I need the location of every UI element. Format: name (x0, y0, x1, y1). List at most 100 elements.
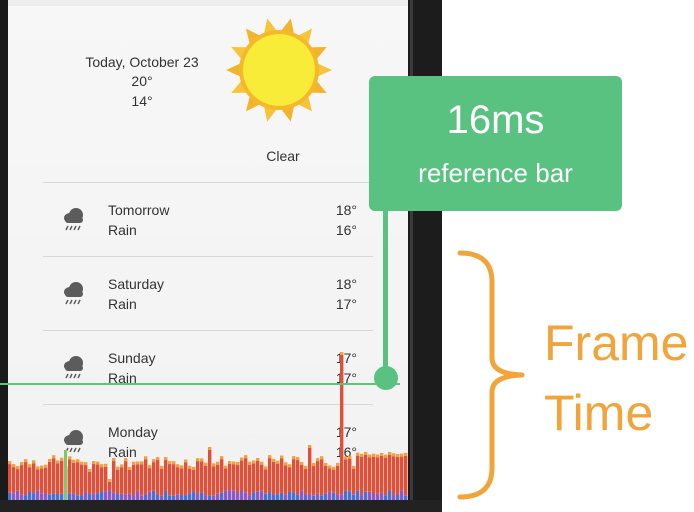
frame-bar-segment (272, 461, 276, 495)
frame-bar-segment (348, 458, 352, 492)
frame-bar-segment (276, 463, 280, 495)
frame-bar-segment (80, 464, 84, 496)
forecast-day: Tomorrow (108, 202, 170, 218)
frame-bar-segment (384, 454, 388, 458)
frame-bar-segment (404, 455, 408, 496)
frame-bar-segment (328, 465, 332, 469)
frame-bar-segment (104, 463, 108, 467)
frame-bar-segment (184, 462, 188, 496)
forecast-row-tomorrow[interactable]: Tomorrow Rain 18° 16° (43, 183, 373, 257)
frame-bar-segment (136, 461, 140, 465)
frame-bar-segment (84, 462, 88, 466)
frame-bar-segment (124, 458, 128, 462)
frame-bar-segment (16, 466, 20, 470)
frame-bar-segment (292, 492, 296, 500)
frame-bar-segment (396, 454, 400, 458)
frame-bar-segment (124, 461, 128, 495)
frame-bar-segment (340, 355, 344, 495)
frame-bar-segment (24, 459, 28, 463)
frame-bar-segment (132, 461, 136, 465)
frame-bar-segment (336, 465, 340, 495)
frame-bar-segment (168, 461, 172, 465)
forecast-condition: Rain (108, 296, 137, 312)
frame-bar-segment (252, 463, 256, 493)
frame-bar-segment (268, 458, 272, 493)
frame-bar-segment (152, 459, 156, 463)
frame-bar-segment (332, 492, 336, 500)
frame-bar-segment (200, 492, 204, 500)
frame-bar-segment (152, 490, 156, 500)
frame-bar-segment (60, 457, 64, 461)
frame-bar-segment (368, 491, 372, 500)
frame-bar-segment (148, 468, 152, 492)
frame-bar-segment (112, 458, 116, 462)
frame-bar-segment (268, 492, 272, 500)
frame-bar-segment (128, 469, 132, 494)
frame-bar-segment (176, 467, 180, 495)
frame-bar-segment (136, 464, 140, 491)
frame-bar-segment (28, 491, 32, 500)
frame-bar-segment (260, 490, 264, 500)
frame-bar-segment (188, 465, 192, 469)
frame-bar-segment (120, 464, 124, 468)
callout-subtitle: reference bar (418, 158, 573, 188)
frame-bar-segment (196, 461, 200, 494)
frame-bar-segment (152, 462, 156, 491)
frame-bar-segment (52, 458, 56, 494)
frame-bar-segment (316, 458, 320, 462)
frame-bar-segment (44, 464, 48, 468)
frame-bar-segment (260, 464, 264, 491)
frame-bar-segment (368, 454, 372, 458)
frame-bar-segment (404, 452, 408, 456)
frame-bar-segment (256, 491, 260, 500)
frame-bar-segment (188, 493, 192, 500)
frame-bar-segment (276, 460, 280, 464)
frame-bar-segment (16, 490, 20, 500)
today-condition: Clear (266, 148, 300, 164)
frame-bar-segment (168, 464, 172, 496)
forecast-row-saturday[interactable]: Saturday Rain 18° 17° (43, 257, 373, 331)
frame-bar-segment (180, 465, 184, 469)
frame-bar-segment (288, 491, 292, 500)
frame-bar-segment (388, 490, 392, 500)
forecast-high-temp: 18° (335, 276, 357, 292)
frame-bar-segment (336, 462, 340, 466)
frame-bar-segment (44, 467, 48, 494)
frame-bar-segment (176, 464, 180, 468)
frame-bar-segment (132, 464, 136, 496)
frame-bar-segment (220, 456, 224, 460)
frame-bar-segment (280, 455, 284, 459)
frame-bar-segment (68, 493, 72, 500)
frame-bar-segment (116, 469, 120, 495)
frame-bar-segment (232, 464, 236, 491)
frame-bar-segment (244, 458, 248, 493)
frame-bar-segment (320, 456, 324, 460)
frame-bar-segment (380, 455, 384, 493)
frame-bar-segment (244, 455, 248, 459)
frame-bar-segment (172, 461, 176, 465)
frame-bar-segment (268, 455, 272, 459)
sun-icon (226, 18, 332, 122)
frame-bar-segment (28, 467, 32, 492)
frame-bar-segment (332, 469, 336, 493)
frame-bar-segment (388, 454, 392, 491)
frame-bar-segment (380, 452, 384, 456)
frame-bar-segment (148, 491, 152, 500)
frame-bar-segment (164, 490, 168, 500)
frame-bar-segment (128, 466, 132, 470)
frame-bar-segment (324, 466, 328, 494)
frame-bar-segment (140, 461, 144, 465)
frame-bar-segment (236, 462, 240, 466)
frame-bar-segment (188, 468, 192, 494)
frame-bar-segment (272, 458, 276, 462)
frame-bar-segment (8, 464, 12, 493)
frame-bar-segment (388, 451, 392, 455)
frame-bar-segment (328, 491, 332, 500)
frame-bar-segment (92, 461, 96, 465)
frame-bar-segment (256, 457, 260, 461)
callout-title: 16ms (446, 98, 545, 142)
frame-bar-segment (372, 456, 376, 494)
frame-bar-segment (344, 459, 348, 491)
frame-bar-segment (396, 457, 400, 495)
frame-bar-segment (344, 456, 348, 460)
